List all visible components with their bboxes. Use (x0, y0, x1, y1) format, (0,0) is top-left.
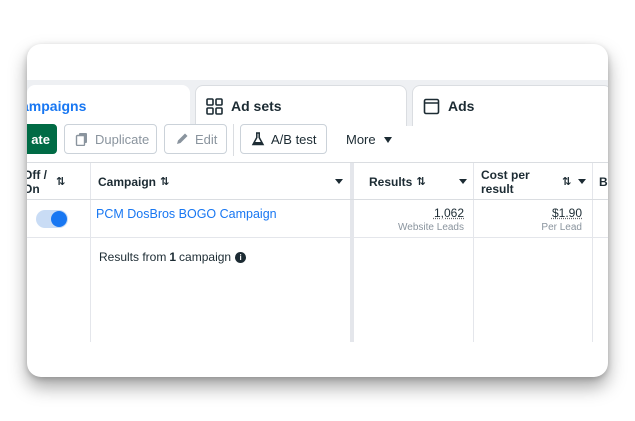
ads-manager-panel: ampaigns Ad sets Ads ate Duplicate Edit … (27, 44, 608, 377)
duplicate-icon (75, 133, 87, 146)
campaigns-table: Off / On ⇅ Campaign ⇅ Results ⇅ Cost per… (27, 162, 608, 377)
campaign-toolbar: ate Duplicate Edit A/B test More (27, 124, 608, 156)
header-results-label: Results (369, 174, 413, 189)
more-dropdown[interactable]: More (338, 124, 400, 154)
tab-ad-sets[interactable]: Ad sets (195, 85, 407, 126)
chevron-down-icon (384, 137, 392, 143)
create-button-label: ate (31, 131, 50, 147)
toggle-knob (51, 211, 67, 227)
tab-ads[interactable]: Ads (412, 85, 608, 126)
header-off-on-line1: Off / (27, 167, 47, 182)
results-value[interactable]: 1,062 (434, 206, 464, 220)
chevron-down-icon[interactable] (578, 179, 586, 184)
results-type: Website Leads (398, 222, 464, 233)
header-off-on[interactable]: Off / On ⇅ (27, 163, 89, 200)
cost-per-result-value[interactable]: $1.90 (552, 206, 582, 220)
cost-per-result-type: Per Lead (541, 222, 582, 233)
level-tab-bar: ampaigns Ad sets Ads (27, 80, 608, 126)
header-next-label: B (599, 174, 608, 189)
ab-test-button-label: A/B test (271, 131, 317, 147)
header-cost-line1: Cost per (481, 167, 530, 182)
summary-suffix: campaign (179, 250, 232, 264)
more-dropdown-label: More (346, 131, 376, 147)
summary-count: 1 (169, 250, 177, 264)
summary-prefix: Results from (99, 250, 167, 264)
chevron-down-icon[interactable] (459, 179, 467, 184)
sort-icon[interactable]: ⇅ (562, 175, 571, 189)
results-summary: Results from 1 campaign i (99, 250, 247, 264)
duplicate-button-label: Duplicate (95, 131, 150, 147)
table-row[interactable]: PCM DosBros BOGO Campaign 1,062 Website … (27, 200, 608, 238)
table-header-row: Off / On ⇅ Campaign ⇅ Results ⇅ Cost per… (27, 162, 608, 200)
pencil-icon (177, 133, 188, 144)
duplicate-button[interactable]: Duplicate (64, 124, 157, 154)
edit-button[interactable]: Edit (164, 124, 227, 154)
sort-icon[interactable]: ⇅ (160, 175, 169, 188)
toolbar-divider (233, 124, 234, 156)
sort-icon[interactable]: ⇅ (56, 175, 65, 189)
header-off-on-line2: On (27, 181, 40, 196)
ad-sets-grid-icon (206, 97, 223, 115)
campaign-name-link[interactable]: PCM DosBros BOGO Campaign (96, 207, 277, 221)
tab-campaigns[interactable]: ampaigns (27, 85, 190, 126)
header-next-column[interactable]: B (599, 163, 608, 200)
header-campaign-label: Campaign (98, 174, 157, 189)
ab-test-button[interactable]: A/B test (240, 124, 327, 154)
flask-icon (251, 132, 265, 146)
header-campaign[interactable]: Campaign ⇅ (98, 163, 348, 200)
tab-ads-label: Ads (448, 98, 475, 114)
campaign-on-off-toggle[interactable] (36, 210, 68, 228)
create-button[interactable]: ate (27, 124, 57, 154)
edit-button-label: Edit (195, 131, 218, 147)
header-results[interactable]: Results ⇅ (369, 163, 471, 200)
sort-icon[interactable]: ⇅ (416, 175, 425, 188)
info-icon[interactable]: i (235, 251, 247, 263)
tab-campaigns-label: ampaigns (27, 97, 87, 114)
chevron-down-icon[interactable] (335, 179, 343, 184)
header-cost-line2: result (481, 181, 514, 196)
ad-window-icon (423, 98, 440, 114)
tab-ad-sets-label: Ad sets (231, 98, 282, 114)
header-cost-per-result[interactable]: Cost per result ⇅ (481, 163, 591, 200)
